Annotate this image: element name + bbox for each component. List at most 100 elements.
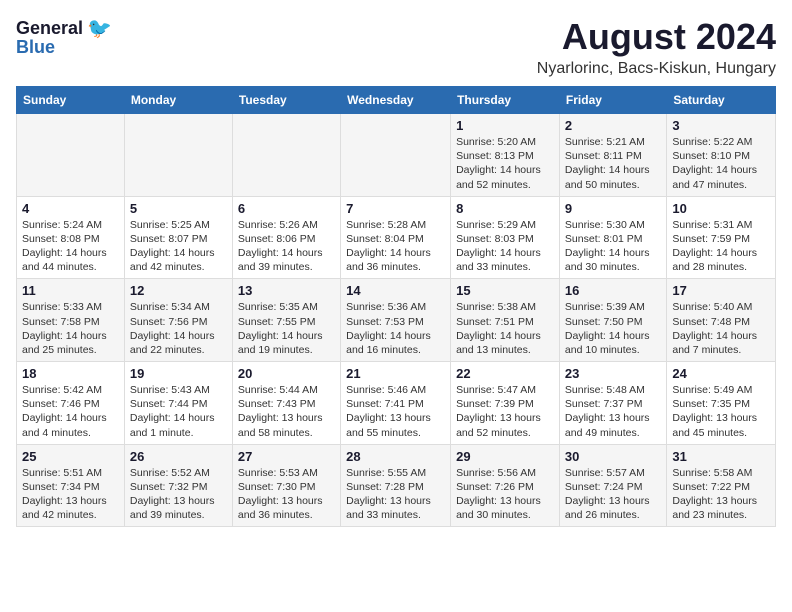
calendar-cell: 24 Sunrise: 5:49 AM Sunset: 7:35 PM Dayli… <box>667 362 776 445</box>
calendar-week-row: 25 Sunrise: 5:51 AM Sunset: 7:34 PM Dayli… <box>17 444 776 527</box>
title-block: August 2024 Nyarlorinc, Bacs-Kiskun, Hun… <box>537 16 776 78</box>
day-number: 15 <box>456 283 554 298</box>
day-detail: Sunrise: 5:22 AM Sunset: 8:10 PM Dayligh… <box>672 136 757 191</box>
day-detail: Sunrise: 5:44 AM Sunset: 7:43 PM Dayligh… <box>238 384 323 439</box>
day-detail: Sunrise: 5:30 AM Sunset: 8:01 PM Dayligh… <box>565 219 650 274</box>
calendar-cell: 28Sunrise: 5:55 AM Sunset: 7:28 PM Dayli… <box>341 444 451 527</box>
day-number: 13 <box>238 283 335 298</box>
day-detail: Sunrise: 5:38 AM Sunset: 7:51 PM Dayligh… <box>456 301 541 356</box>
calendar-cell <box>232 114 340 197</box>
calendar-cell: 14 Sunrise: 5:36 AM Sunset: 7:53 PM Dayli… <box>341 279 451 362</box>
day-detail: Sunrise: 5:34 AM Sunset: 7:56 PM Dayligh… <box>130 301 215 356</box>
day-number: 8 <box>456 201 554 216</box>
day-detail: Sunrise: 5:49 AM Sunset: 7:35 PM Dayligh… <box>672 384 757 439</box>
weekday-header-friday: Friday <box>559 87 666 114</box>
calendar-cell: 7 Sunrise: 5:28 AM Sunset: 8:04 PM Daylig… <box>341 196 451 279</box>
day-detail: Sunrise: 5:51 AM Sunset: 7:34 PM Dayligh… <box>22 467 107 522</box>
calendar-cell: 29Sunrise: 5:56 AM Sunset: 7:26 PM Dayli… <box>451 444 560 527</box>
day-number: 18 <box>22 366 119 381</box>
calendar-cell: 22Sunrise: 5:47 AM Sunset: 7:39 PM Dayli… <box>451 362 560 445</box>
day-number: 22 <box>456 366 554 381</box>
page-subtitle: Nyarlorinc, Bacs-Kiskun, Hungary <box>537 60 776 78</box>
day-number: 1 <box>456 118 554 133</box>
day-detail: Sunrise: 5:39 AM Sunset: 7:50 PM Dayligh… <box>565 301 650 356</box>
calendar-cell: 30 Sunrise: 5:57 AM Sunset: 7:24 PM Dayli… <box>559 444 666 527</box>
calendar-cell: 18 Sunrise: 5:42 AM Sunset: 7:46 PM Dayli… <box>17 362 125 445</box>
day-detail: Sunrise: 5:26 AM Sunset: 8:06 PM Dayligh… <box>238 219 323 274</box>
calendar-cell: 19 Sunrise: 5:43 AM Sunset: 7:44 PM Dayli… <box>124 362 232 445</box>
day-number: 2 <box>565 118 661 133</box>
logo: General 🐦 Blue <box>16 16 112 58</box>
day-number: 3 <box>672 118 770 133</box>
calendar-cell <box>17 114 125 197</box>
logo-general-text: General <box>16 18 83 39</box>
day-number: 24 <box>672 366 770 381</box>
day-detail: Sunrise: 5:28 AM Sunset: 8:04 PM Dayligh… <box>346 219 431 274</box>
calendar-cell: 3 Sunrise: 5:22 AM Sunset: 8:10 PM Daylig… <box>667 114 776 197</box>
calendar-cell: 26 Sunrise: 5:52 AM Sunset: 7:32 PM Dayli… <box>124 444 232 527</box>
calendar-week-row: 18 Sunrise: 5:42 AM Sunset: 7:46 PM Dayli… <box>17 362 776 445</box>
day-number: 25 <box>22 449 119 464</box>
day-number: 14 <box>346 283 445 298</box>
calendar-cell: 16Sunrise: 5:39 AM Sunset: 7:50 PM Dayli… <box>559 279 666 362</box>
weekday-header-saturday: Saturday <box>667 87 776 114</box>
day-detail: Sunrise: 5:48 AM Sunset: 7:37 PM Dayligh… <box>565 384 650 439</box>
calendar-cell: 13 Sunrise: 5:35 AM Sunset: 7:55 PM Dayli… <box>232 279 340 362</box>
day-number: 31 <box>672 449 770 464</box>
calendar-cell: 12 Sunrise: 5:34 AM Sunset: 7:56 PM Dayli… <box>124 279 232 362</box>
calendar-cell: 25 Sunrise: 5:51 AM Sunset: 7:34 PM Dayli… <box>17 444 125 527</box>
day-number: 26 <box>130 449 227 464</box>
day-number: 28 <box>346 449 445 464</box>
day-number: 6 <box>238 201 335 216</box>
day-detail: Sunrise: 5:56 AM Sunset: 7:26 PM Dayligh… <box>456 467 541 522</box>
calendar-cell: 31 Sunrise: 5:58 AM Sunset: 7:22 PM Dayli… <box>667 444 776 527</box>
weekday-header-row: SundayMondayTuesdayWednesdayThursdayFrid… <box>17 87 776 114</box>
day-number: 7 <box>346 201 445 216</box>
calendar-cell: 27Sunrise: 5:53 AM Sunset: 7:30 PM Dayli… <box>232 444 340 527</box>
day-detail: Sunrise: 5:24 AM Sunset: 8:08 PM Dayligh… <box>22 219 107 274</box>
calendar-cell: 9Sunrise: 5:30 AM Sunset: 8:01 PM Daylig… <box>559 196 666 279</box>
calendar-cell: 8 Sunrise: 5:29 AM Sunset: 8:03 PM Daylig… <box>451 196 560 279</box>
day-number: 10 <box>672 201 770 216</box>
calendar-cell: 6 Sunrise: 5:26 AM Sunset: 8:06 PM Daylig… <box>232 196 340 279</box>
day-number: 17 <box>672 283 770 298</box>
day-detail: Sunrise: 5:29 AM Sunset: 8:03 PM Dayligh… <box>456 219 541 274</box>
day-number: 21 <box>346 366 445 381</box>
weekday-header-sunday: Sunday <box>17 87 125 114</box>
weekday-header-monday: Monday <box>124 87 232 114</box>
day-number: 30 <box>565 449 661 464</box>
day-detail: Sunrise: 5:35 AM Sunset: 7:55 PM Dayligh… <box>238 301 323 356</box>
calendar-cell: 11 Sunrise: 5:33 AM Sunset: 7:58 PM Dayli… <box>17 279 125 362</box>
day-number: 20 <box>238 366 335 381</box>
logo-bird-icon: 🐦 <box>87 16 112 41</box>
day-detail: Sunrise: 5:40 AM Sunset: 7:48 PM Dayligh… <box>672 301 757 356</box>
day-number: 5 <box>130 201 227 216</box>
day-detail: Sunrise: 5:52 AM Sunset: 7:32 PM Dayligh… <box>130 467 215 522</box>
day-number: 4 <box>22 201 119 216</box>
day-detail: Sunrise: 5:36 AM Sunset: 7:53 PM Dayligh… <box>346 301 431 356</box>
calendar-cell: 17 Sunrise: 5:40 AM Sunset: 7:48 PM Dayli… <box>667 279 776 362</box>
day-detail: Sunrise: 5:53 AM Sunset: 7:30 PM Dayligh… <box>238 467 323 522</box>
calendar-week-row: 1Sunrise: 5:20 AM Sunset: 8:13 PM Daylig… <box>17 114 776 197</box>
page-header: General 🐦 Blue August 2024 Nyarlorinc, B… <box>16 16 776 78</box>
day-number: 23 <box>565 366 661 381</box>
day-detail: Sunrise: 5:21 AM Sunset: 8:11 PM Dayligh… <box>565 136 650 191</box>
day-number: 19 <box>130 366 227 381</box>
calendar-cell: 2 Sunrise: 5:21 AM Sunset: 8:11 PM Daylig… <box>559 114 666 197</box>
day-number: 11 <box>22 283 119 298</box>
calendar-cell: 1Sunrise: 5:20 AM Sunset: 8:13 PM Daylig… <box>451 114 560 197</box>
page-title: August 2024 <box>537 16 776 58</box>
weekday-header-tuesday: Tuesday <box>232 87 340 114</box>
calendar-cell: 10Sunrise: 5:31 AM Sunset: 7:59 PM Dayli… <box>667 196 776 279</box>
calendar-cell: 4 Sunrise: 5:24 AM Sunset: 8:08 PM Daylig… <box>17 196 125 279</box>
day-number: 12 <box>130 283 227 298</box>
calendar-cell <box>124 114 232 197</box>
day-detail: Sunrise: 5:43 AM Sunset: 7:44 PM Dayligh… <box>130 384 215 439</box>
calendar-week-row: 11 Sunrise: 5:33 AM Sunset: 7:58 PM Dayli… <box>17 279 776 362</box>
day-detail: Sunrise: 5:42 AM Sunset: 7:46 PM Dayligh… <box>22 384 107 439</box>
day-detail: Sunrise: 5:57 AM Sunset: 7:24 PM Dayligh… <box>565 467 650 522</box>
day-detail: Sunrise: 5:58 AM Sunset: 7:22 PM Dayligh… <box>672 467 757 522</box>
calendar-week-row: 4 Sunrise: 5:24 AM Sunset: 8:08 PM Daylig… <box>17 196 776 279</box>
calendar-cell: 21Sunrise: 5:46 AM Sunset: 7:41 PM Dayli… <box>341 362 451 445</box>
day-detail: Sunrise: 5:33 AM Sunset: 7:58 PM Dayligh… <box>22 301 107 356</box>
